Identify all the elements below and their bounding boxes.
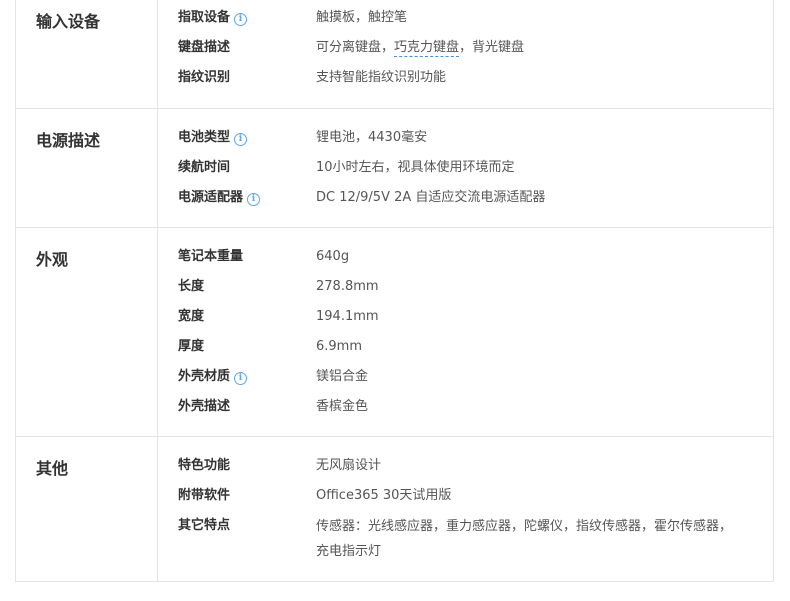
section-title-text: 其他	[36, 459, 69, 478]
spec-label: 电池类型 i	[178, 123, 248, 153]
spec-label: 外壳描述	[178, 399, 231, 414]
section-title: 电源描述	[16, 109, 158, 227]
spec-row-thickness: 厚度 6.9mm	[158, 332, 773, 362]
spec-value: 传感器：光线感应器，重力感应器，陀螺仪，指纹传感器，霍尔传感器，充电指示灯	[316, 519, 733, 559]
spec-label: 续航时间	[178, 160, 231, 175]
section-title-text: 外观	[36, 250, 69, 269]
spec-row-power-adapter: 电源适配器 i DC 12/9/5V 2A 自适应交流电源适配器	[158, 183, 773, 213]
section-body: 指取设备 i 触摸板，触控笔 键盘描述 可分离键盘，巧克力键盘，背光键盘 指纹识别…	[158, 0, 773, 108]
spec-label: 键盘描述	[178, 40, 231, 55]
spec-label: 电源适配器 i	[178, 183, 261, 213]
spec-row-fingerprint: 指纹识别 支持智能指纹识别功能	[158, 63, 773, 93]
keyboard-term-link[interactable]: 巧克力键盘	[394, 40, 460, 57]
spec-row-battery-life: 续航时间 10小时左右，视具体使用环境而定	[158, 153, 773, 183]
section-power: 电源描述 电池类型 i 锂电池，4430毫安 续航时间 10小时左右，视具体使用环…	[16, 108, 773, 227]
spec-value: 可分离键盘，巧克力键盘，背光键盘	[316, 40, 525, 57]
spec-label: 特色功能	[178, 458, 231, 473]
spec-row-length: 长度 278.8mm	[158, 272, 773, 302]
spec-label: 外壳材质 i	[178, 362, 248, 392]
spec-label: 笔记本重量	[178, 249, 244, 264]
spec-label: 长度	[178, 279, 205, 294]
spec-value: Office365 30天试用版	[316, 488, 452, 503]
section-other: 其他 特色功能 无风扇设计 附带软件 Office365 30天试用版 其它特点…	[16, 436, 773, 581]
spec-value: 194.1mm	[316, 309, 379, 324]
section-title: 其他	[16, 437, 158, 581]
spec-value: 支持智能指纹识别功能	[316, 70, 447, 85]
spec-row-keyboard: 键盘描述 可分离键盘，巧克力键盘，背光键盘	[158, 33, 773, 63]
spec-label: 指纹识别	[178, 70, 231, 85]
info-icon[interactable]: i	[247, 193, 261, 206]
spec-value: 触摸板，触控笔	[316, 10, 408, 25]
section-title: 外观	[16, 228, 158, 436]
spec-value: 10小时左右，视具体使用环境而定	[316, 160, 515, 175]
spec-label: 附带软件	[178, 488, 231, 503]
spec-value: 镁铝合金	[316, 369, 369, 384]
section-body: 电池类型 i 锂电池，4430毫安 续航时间 10小时左右，视具体使用环境而定 电…	[158, 109, 773, 227]
spec-label: 厚度	[178, 339, 205, 354]
spec-row-other-features: 其它特点 传感器：光线感应器，重力感应器，陀螺仪，指纹传感器，霍尔传感器，充电指…	[158, 511, 773, 565]
spec-value: 278.8mm	[316, 279, 379, 294]
section-title-text: 输入设备	[36, 12, 101, 31]
spec-value: 无风扇设计	[316, 458, 382, 473]
info-icon[interactable]: i	[234, 372, 248, 385]
spec-value: DC 12/9/5V 2A 自适应交流电源适配器	[316, 190, 546, 205]
spec-row-features: 特色功能 无风扇设计	[158, 451, 773, 481]
spec-row-battery-type: 电池类型 i 锂电池，4430毫安	[158, 123, 773, 153]
info-icon[interactable]: i	[234, 13, 248, 26]
spec-table: 输入设备 指取设备 i 触摸板，触控笔 键盘描述 可分离键盘，巧克力键盘，背光键盘…	[15, 0, 774, 582]
section-appearance: 外观 笔记本重量 640g 长度 278.8mm 宽度 194.1mm 厚度 6…	[16, 227, 773, 436]
spec-row-width: 宽度 194.1mm	[158, 302, 773, 332]
spec-row-shell-material: 外壳材质 i 镁铝合金	[158, 362, 773, 392]
section-body: 笔记本重量 640g 长度 278.8mm 宽度 194.1mm 厚度 6.9m…	[158, 228, 773, 436]
info-icon[interactable]: i	[234, 133, 248, 146]
spec-row-weight: 笔记本重量 640g	[158, 242, 773, 272]
section-body: 特色功能 无风扇设计 附带软件 Office365 30天试用版 其它特点 传感…	[158, 437, 773, 581]
section-title: 输入设备	[16, 0, 158, 108]
spec-value: 6.9mm	[316, 339, 363, 354]
section-input-devices: 输入设备 指取设备 i 触摸板，触控笔 键盘描述 可分离键盘，巧克力键盘，背光键盘…	[16, 0, 773, 108]
spec-row-pointing-device: 指取设备 i 触摸板，触控笔	[158, 3, 773, 33]
spec-label: 指取设备 i	[178, 3, 248, 33]
spec-row-shell-description: 外壳描述 香槟金色	[158, 392, 773, 422]
spec-label: 宽度	[178, 309, 205, 324]
spec-value: 640g	[316, 249, 350, 264]
spec-value: 锂电池，4430毫安	[316, 130, 428, 145]
spec-label: 其它特点	[178, 518, 231, 533]
spec-value: 香槟金色	[316, 399, 369, 414]
section-title-text: 电源描述	[36, 131, 101, 150]
spec-row-bundled-software: 附带软件 Office365 30天试用版	[158, 481, 773, 511]
